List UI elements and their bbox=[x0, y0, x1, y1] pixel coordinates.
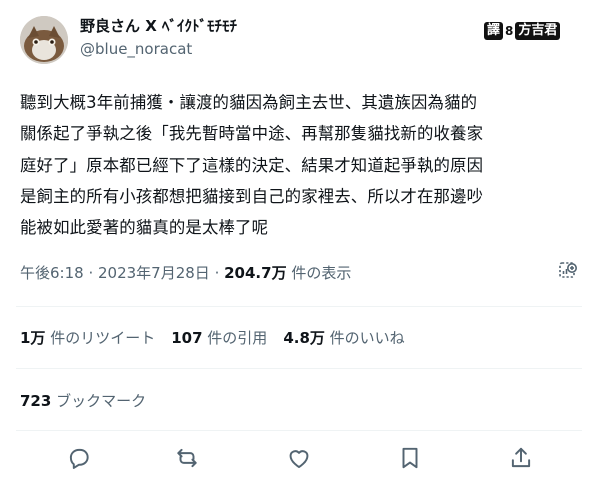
likes-stat[interactable]: 4.8万 件のいいね bbox=[283, 327, 404, 348]
tweet-line: 能被如此愛著的貓真的是太棒了呢 bbox=[20, 218, 269, 238]
tweet-line: 聽到大概3年前捕獲・讓渡的貓因為飼主去世、其遺族因為貓的 bbox=[20, 93, 478, 112]
tweet-time[interactable]: 午後6:18 bbox=[20, 264, 84, 282]
author-handle[interactable]: @blue_noracat bbox=[80, 40, 192, 58]
retweet-icon[interactable] bbox=[174, 445, 200, 471]
tweet-text: 聽到大概3年前捕獲・讓渡的貓因為飼主去世、其遺族因為貓的 關係起了爭執之後「我先… bbox=[20, 87, 580, 243]
quotes-count: 107 bbox=[171, 329, 203, 347]
likes-count: 4.8万 bbox=[283, 329, 325, 347]
reply-icon[interactable] bbox=[66, 445, 92, 471]
views-label: 件の表示 bbox=[286, 264, 352, 282]
analytics-icon[interactable] bbox=[557, 259, 579, 281]
translation-badge[interactable]: 譯 8 方吉君 bbox=[484, 21, 561, 41]
heart-icon[interactable] bbox=[286, 445, 312, 471]
tweet-meta: 午後6:18 · 2023年7月28日 · 204.7万 件の表示 bbox=[20, 262, 351, 283]
retweets-count: 1万 bbox=[20, 329, 46, 347]
retweets-stat[interactable]: 1万 件のリツイート bbox=[20, 327, 155, 348]
share-icon[interactable] bbox=[508, 445, 534, 471]
quotes-label: 件の引用 bbox=[202, 329, 268, 347]
tweet-line: 庭好了」原本都已經下了這樣的決定、結果才知道起爭執的原因 bbox=[20, 155, 484, 175]
badge-box-1: 譯 bbox=[484, 22, 504, 40]
bookmarks-count: 723 bbox=[20, 392, 52, 410]
views-count: 204.7万 bbox=[224, 264, 287, 282]
tweet-line: 關係起了爭執之後「我先暫時當中途、再幫那隻貓找新的收養家 bbox=[20, 124, 484, 144]
action-bar bbox=[0, 445, 598, 475]
divider bbox=[16, 430, 582, 431]
tweet-date[interactable]: 2023年7月28日 bbox=[98, 264, 210, 282]
likes-label: 件のいいね bbox=[324, 329, 405, 347]
quotes-stat[interactable]: 107 件の引用 bbox=[171, 327, 267, 348]
engagement-stats: 1万 件のリツイート 107 件の引用 4.8万 件のいいね bbox=[20, 327, 421, 348]
badge-box-2: 方吉君 bbox=[515, 22, 561, 40]
bookmark-icon[interactable] bbox=[397, 445, 423, 471]
author-display-name[interactable]: 野良さん X ﾍﾞｲｸﾄﾞﾓﾁﾓﾁ bbox=[80, 15, 237, 37]
divider bbox=[16, 306, 582, 307]
badge-dots: 8 bbox=[505, 24, 514, 38]
tweet-line: 是飼主的所有小孩都想把貓接到自己的家裡去、所以才在那邊吵 bbox=[20, 186, 484, 206]
bookmarks-label: ブックマーク bbox=[51, 392, 147, 410]
divider bbox=[16, 368, 582, 369]
meta-separator: · bbox=[209, 264, 225, 282]
avatar[interactable] bbox=[20, 16, 68, 64]
bookmarks-stat[interactable]: 723 ブックマーク bbox=[20, 390, 146, 411]
meta-separator: · bbox=[83, 264, 98, 282]
retweets-label: 件のリツイート bbox=[45, 329, 156, 347]
